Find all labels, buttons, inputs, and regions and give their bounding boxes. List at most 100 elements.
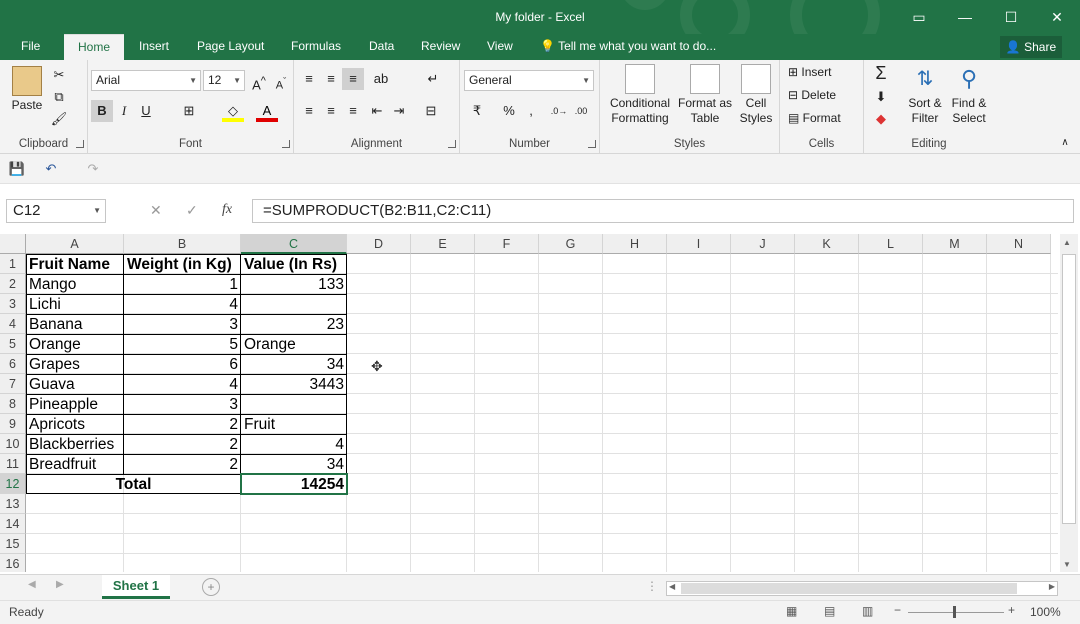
- format-painter-icon[interactable]: 🖌: [48, 108, 70, 130]
- row-header[interactable]: 7: [0, 374, 26, 394]
- decrease-font-icon[interactable]: Aˇ: [270, 70, 292, 92]
- row-header[interactable]: 1: [0, 254, 26, 274]
- scroll-left-icon[interactable]: ◀: [669, 582, 675, 591]
- underline-button[interactable]: U: [135, 100, 157, 122]
- cell[interactable]: 3: [124, 394, 241, 414]
- column-header[interactable]: D: [347, 234, 411, 254]
- sheet-tab[interactable]: Sheet 1: [102, 575, 170, 599]
- cell[interactable]: 14254: [241, 474, 347, 494]
- column-header[interactable]: H: [603, 234, 667, 254]
- zoom-out-icon[interactable]: −: [894, 603, 901, 617]
- number-format-select[interactable]: General ▼: [464, 70, 594, 91]
- row-header[interactable]: 6: [0, 354, 26, 374]
- wrap-text-icon[interactable]: ↵: [422, 68, 444, 90]
- cell[interactable]: 133: [241, 274, 347, 294]
- align-left-icon[interactable]: ≡: [298, 100, 320, 122]
- cell[interactable]: Lichi: [26, 294, 124, 314]
- share-button[interactable]: 👤 Share: [1000, 36, 1062, 58]
- cell[interactable]: [241, 394, 347, 414]
- orientation-icon[interactable]: ab: [370, 68, 392, 90]
- cell[interactable]: Apricots: [26, 414, 124, 434]
- merge-center-icon[interactable]: ⊟: [420, 100, 442, 122]
- font-name-select[interactable]: Arial ▼: [91, 70, 201, 91]
- cell[interactable]: 23: [241, 314, 347, 334]
- cell[interactable]: [241, 294, 347, 314]
- cell[interactable]: Fruit: [241, 414, 347, 434]
- vertical-scroll-thumb[interactable]: [1062, 254, 1076, 524]
- cell[interactable]: 3443: [241, 374, 347, 394]
- undo-icon[interactable]: ↶: [40, 158, 62, 180]
- align-center-icon[interactable]: ≡: [320, 100, 342, 122]
- row-header[interactable]: 15: [0, 534, 26, 554]
- delete-cells-button[interactable]: ⊟ Delete: [788, 88, 836, 102]
- tab-home[interactable]: Home: [64, 34, 124, 60]
- bold-button[interactable]: B: [91, 100, 113, 122]
- increase-font-icon[interactable]: A^: [248, 70, 270, 92]
- column-header[interactable]: B: [124, 234, 241, 254]
- conditional-formatting-button[interactable]: Conditional Formatting: [604, 64, 676, 126]
- decrease-decimal-icon[interactable]: .00: [570, 100, 592, 122]
- cell[interactable]: Guava: [26, 374, 124, 394]
- row-header[interactable]: 2: [0, 274, 26, 294]
- cell[interactable]: 4: [124, 374, 241, 394]
- column-header[interactable]: I: [667, 234, 731, 254]
- page-break-view-icon[interactable]: ▥: [862, 604, 873, 618]
- formula-input[interactable]: =SUMPRODUCT(B2:B11,C2:C11): [252, 199, 1074, 223]
- borders-icon[interactable]: ⊞: [178, 100, 200, 122]
- cell[interactable]: Breadfruit: [26, 454, 124, 474]
- row-header[interactable]: 11: [0, 454, 26, 474]
- tab-data[interactable]: Data: [360, 34, 403, 60]
- paste-button[interactable]: Paste: [8, 66, 46, 113]
- cell[interactable]: Grapes: [26, 354, 124, 374]
- alignment-launcher-icon[interactable]: [448, 140, 456, 148]
- cell[interactable]: Blackberries: [26, 434, 124, 454]
- cell[interactable]: Mango: [26, 274, 124, 294]
- cell-styles-button[interactable]: Cell Styles: [734, 64, 778, 126]
- row-header[interactable]: 9: [0, 414, 26, 434]
- cell[interactable]: Value (In Rs): [241, 254, 347, 274]
- tab-formulas[interactable]: Formulas: [282, 34, 350, 60]
- zoom-slider[interactable]: [908, 612, 1004, 613]
- cell[interactable]: Total: [26, 474, 241, 494]
- tab-page-layout[interactable]: Page Layout: [188, 34, 273, 60]
- cell[interactable]: Weight (in Kg): [124, 254, 241, 274]
- tell-me-box[interactable]: 💡 Tell me what you want to do...: [540, 34, 716, 60]
- row-header[interactable]: 8: [0, 394, 26, 414]
- tab-view[interactable]: View: [478, 34, 522, 60]
- tab-review[interactable]: Review: [412, 34, 469, 60]
- format-as-table-button[interactable]: Format as Table: [674, 64, 736, 126]
- next-sheet-icon[interactable]: ▶: [56, 579, 64, 590]
- increase-decimal-icon[interactable]: .0→: [548, 100, 570, 122]
- redo-icon[interactable]: ↷: [82, 158, 104, 180]
- sort-filter-button[interactable]: ⇅ Sort & Filter: [904, 64, 946, 126]
- font-size-select[interactable]: 12 ▼: [203, 70, 245, 91]
- tab-file[interactable]: File: [12, 34, 49, 60]
- normal-view-icon[interactable]: ▦: [786, 604, 797, 618]
- scroll-down-icon[interactable]: ▼: [1063, 560, 1071, 569]
- top-align-icon[interactable]: ≡: [298, 68, 320, 90]
- add-sheet-icon[interactable]: +: [202, 578, 220, 596]
- column-header[interactable]: C: [241, 234, 347, 254]
- cell[interactable]: 2: [124, 454, 241, 474]
- middle-align-icon[interactable]: ≡: [320, 68, 342, 90]
- row-header[interactable]: 14: [0, 514, 26, 534]
- cell[interactable]: Fruit Name: [26, 254, 124, 274]
- fx-icon[interactable]: fx: [222, 199, 232, 221]
- row-header[interactable]: 13: [0, 494, 26, 514]
- select-all-corner[interactable]: [0, 234, 26, 254]
- minimize-button[interactable]: —: [942, 0, 988, 34]
- clear-icon[interactable]: ◆: [870, 108, 892, 130]
- accounting-format-icon[interactable]: ₹: [466, 100, 488, 122]
- cancel-icon[interactable]: ✕: [150, 199, 162, 221]
- row-header[interactable]: 5: [0, 334, 26, 354]
- column-header[interactable]: N: [987, 234, 1051, 254]
- name-box[interactable]: C12 ▼: [6, 199, 106, 223]
- number-launcher-icon[interactable]: [588, 140, 596, 148]
- increase-indent-icon[interactable]: ⇥: [388, 100, 410, 122]
- cell[interactable]: 34: [241, 354, 347, 374]
- cell[interactable]: 2: [124, 414, 241, 434]
- scroll-split-icon[interactable]: ⋮: [646, 579, 658, 593]
- row-header[interactable]: 4: [0, 314, 26, 334]
- font-launcher-icon[interactable]: [282, 140, 290, 148]
- column-header[interactable]: L: [859, 234, 923, 254]
